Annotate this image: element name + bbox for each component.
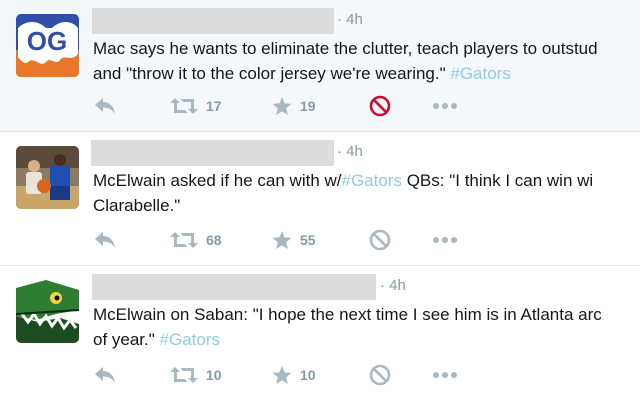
tweet-actions: 17 19 <box>94 95 554 117</box>
reply-icon <box>95 367 115 383</box>
favorite-button[interactable]: 55 <box>272 229 316 251</box>
hashtag-link[interactable]: #Gators <box>160 330 220 349</box>
more-button[interactable] <box>432 95 458 117</box>
tweet-actions: 68 55 <box>94 229 554 251</box>
timestamp[interactable]: · 4h <box>337 11 363 28</box>
favorite-star-icon <box>272 96 292 115</box>
tweet-text-line-2: Clarabelle." <box>93 196 181 215</box>
more-button[interactable] <box>432 364 458 386</box>
tweet-text: McElwain asked if he can with w/#Gators … <box>93 168 640 218</box>
favorite-star-icon <box>272 230 292 249</box>
block-icon <box>369 364 391 386</box>
retweet-icon <box>170 98 198 114</box>
retweet-icon <box>170 367 198 383</box>
reply-button[interactable] <box>94 95 116 117</box>
more-dots-icon <box>433 372 457 378</box>
svg-text:OG: OG <box>27 26 67 56</box>
retweet-button[interactable]: 17 <box>170 95 222 117</box>
timestamp[interactable]: · 4h <box>380 277 406 294</box>
block-button[interactable] <box>368 95 392 117</box>
gator-mascot-avatar[interactable] <box>16 280 79 343</box>
timestamp[interactable]: · 4h <box>337 143 363 160</box>
more-dots-icon <box>433 103 457 109</box>
username-placeholder[interactable] <box>92 8 334 34</box>
favorite-button[interactable]: 19 <box>272 95 316 117</box>
more-dots-icon <box>433 237 457 243</box>
favorite-count: 55 <box>300 232 316 248</box>
reply-button[interactable] <box>94 229 116 251</box>
tweet-actions: 10 10 <box>94 364 554 386</box>
reply-button[interactable] <box>94 364 116 386</box>
player-photo-avatar[interactable] <box>16 146 79 209</box>
favorite-star-icon <box>272 365 292 384</box>
retweet-count: 68 <box>206 232 222 248</box>
more-button[interactable] <box>432 229 458 251</box>
favorite-count: 10 <box>300 367 316 383</box>
retweet-button[interactable]: 10 <box>170 364 222 386</box>
retweet-icon <box>170 232 198 248</box>
tweet-text-line-1: McElwain asked if he can with w/#Gators … <box>93 171 594 190</box>
retweet-count: 17 <box>206 98 222 114</box>
username-placeholder[interactable] <box>92 274 376 300</box>
tweet-text: Mac says he wants to eliminate the clutt… <box>93 36 640 86</box>
reply-icon <box>95 98 115 114</box>
reply-icon <box>95 232 115 248</box>
tweet-1[interactable]: OG · 4h Mac says he wants to eliminate t… <box>0 0 640 132</box>
tweet-text: McElwain on Saban: "I hope the next time… <box>93 302 640 352</box>
block-button[interactable] <box>368 364 392 386</box>
favorite-count: 19 <box>300 98 316 114</box>
hashtag-link[interactable]: #Gators <box>342 171 402 190</box>
retweet-button[interactable]: 68 <box>170 229 222 251</box>
tweet-text-line-1: McElwain on Saban: "I hope the next time… <box>93 305 602 324</box>
tweet-text-line-2: of year." #Gators <box>93 330 220 349</box>
retweet-count: 10 <box>206 367 222 383</box>
tweet-text-line-2: and "throw it to the color jersey we're … <box>93 64 511 83</box>
tweet-3[interactable]: · 4h McElwain on Saban: "I hope the next… <box>0 266 640 400</box>
tweet-text-line-1: Mac says he wants to eliminate the clutt… <box>93 39 598 58</box>
hashtag-link[interactable]: #Gators <box>450 64 510 83</box>
block-icon <box>369 229 391 251</box>
block-icon <box>369 95 391 117</box>
username-placeholder[interactable] <box>91 140 334 166</box>
favorite-button[interactable]: 10 <box>272 364 316 386</box>
block-button[interactable] <box>368 229 392 251</box>
tweet-2[interactable]: · 4h McElwain asked if he can with w/#Ga… <box>0 132 640 266</box>
og-logo-avatar[interactable]: OG <box>16 14 79 77</box>
